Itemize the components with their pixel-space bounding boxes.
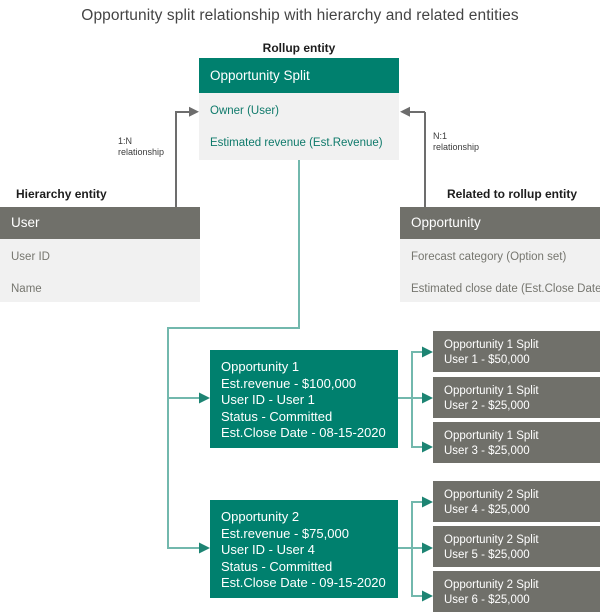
split-detail: User 5 - $25,000 <box>444 549 530 561</box>
opportunity-card-1: Opportunity 1 Est.revenue - $100,000 Use… <box>210 350 398 448</box>
opportunity-line: Est.Close Date - 09-15-2020 <box>221 575 386 590</box>
caption-hierarchy-entity: Hierarchy entity <box>16 187 107 201</box>
split-card-6: Opportunity 2 Split User 6 - $25,000 <box>433 571 600 612</box>
connector-hierarchy-vertical <box>175 112 177 222</box>
connector-hierarchy-horizontal <box>175 111 191 113</box>
split-detail: User 1 - $50,000 <box>444 354 530 366</box>
split-title: Opportunity 1 Split <box>444 385 539 397</box>
opportunity-line: Status - Committed <box>221 558 333 574</box>
entity-header-opportunity-split: Opportunity Split <box>199 58 399 93</box>
connector-opp1-split-1 <box>411 351 425 353</box>
caption-related-entity: Related to rollup entity <box>447 187 578 201</box>
split-card-1: Opportunity 1 Split User 1 - $50,000 <box>433 331 600 372</box>
opportunity-line: Opportunity 2 <box>221 509 300 524</box>
split-title: Opportunity 1 Split <box>444 339 539 351</box>
opportunity-line: Status - Committed <box>221 408 333 424</box>
connector-opp2-split-2 <box>411 547 425 549</box>
connector-rollup-drop <box>298 160 300 329</box>
split-detail: User 2 - $25,000 <box>444 400 530 412</box>
split-detail: User 3 - $25,000 <box>444 445 530 457</box>
entity-fields-user: User ID Name <box>0 239 200 302</box>
connector-tree-spine <box>167 327 169 549</box>
connector-branch-opportunity-1 <box>167 397 202 399</box>
opportunity-line: User ID - User 4 <box>221 542 315 557</box>
entity-field: User ID <box>11 251 50 263</box>
caption-rollup-entity: Rollup entity <box>262 41 336 55</box>
opportunity-line: Est.revenue - $100,000 <box>221 375 357 391</box>
page-title: Opportunity split relationship with hier… <box>81 7 519 24</box>
relationship-word-right: relationship <box>433 142 480 152</box>
split-detail: User 4 - $25,000 <box>444 504 530 516</box>
opportunity-line: Opportunity 1 <box>221 359 300 374</box>
connector-opp2-out <box>398 547 412 549</box>
entity-card-opportunity: Opportunity Forecast category (Option se… <box>400 207 600 302</box>
relationship-cardinality-left: 1:N <box>118 136 133 146</box>
relationship-cardinality-right: N:1 <box>433 131 448 141</box>
entity-fields-opportunity: Forecast category (Option set) Estimated… <box>400 239 600 302</box>
connector-branch-opportunity-2 <box>167 547 202 549</box>
opportunity-line: User ID - User 1 <box>221 392 315 407</box>
split-title: Opportunity 2 Split <box>444 489 539 501</box>
opportunity-line: Est.revenue - $75,000 <box>221 525 349 541</box>
connector-related-horizontal <box>408 111 425 113</box>
relationship-word-left: relationship <box>118 147 165 157</box>
entity-field: Owner (User) <box>210 105 280 117</box>
connector-opp1-fan-spine <box>411 351 413 448</box>
split-title: Opportunity 2 Split <box>444 534 539 546</box>
connector-opp2-split-1 <box>411 501 425 503</box>
diagram-canvas: Opportunity split relationship with hier… <box>0 0 600 612</box>
connector-tree-top-horizontal <box>167 327 300 329</box>
split-detail: User 6 - $25,000 <box>444 594 530 606</box>
opportunity-line: Est.Close Date - 08-15-2020 <box>221 425 386 440</box>
split-card-3: Opportunity 1 Split User 3 - $25,000 <box>433 422 600 463</box>
connector-opp1-out <box>398 397 412 399</box>
opportunity-card-2: Opportunity 2 Est.revenue - $75,000 User… <box>210 500 398 598</box>
entity-field: Name <box>11 283 42 295</box>
connector-opp2-split-3 <box>411 595 425 597</box>
entity-header-opportunity: Opportunity <box>400 207 600 239</box>
relationship-label-left: 1:N relationship <box>118 136 164 158</box>
entity-fields-opportunity-split: Owner (User) Estimated revenue (Est.Reve… <box>199 93 399 160</box>
entity-header-user: User <box>0 207 200 239</box>
split-title: Opportunity 1 Split <box>444 430 539 442</box>
connector-opp1-split-2 <box>411 397 425 399</box>
split-title: Opportunity 2 Split <box>444 579 539 591</box>
split-card-4: Opportunity 2 Split User 4 - $25,000 <box>433 481 600 522</box>
connector-opp1-split-3 <box>411 446 425 448</box>
entity-field: Estimated close date (Est.Close Date) <box>411 283 600 295</box>
connector-opp2-fan-spine <box>411 501 413 597</box>
split-card-2: Opportunity 1 Split User 2 - $25,000 <box>433 377 600 418</box>
connector-related-vertical <box>424 112 426 222</box>
relationship-label-right: N:1 relationship <box>433 131 479 153</box>
split-card-5: Opportunity 2 Split User 5 - $25,000 <box>433 526 600 567</box>
entity-card-user: User User ID Name <box>0 207 200 302</box>
entity-field: Forecast category (Option set) <box>411 251 567 263</box>
entity-card-opportunity-split: Opportunity Split Owner (User) Estimated… <box>199 58 399 160</box>
